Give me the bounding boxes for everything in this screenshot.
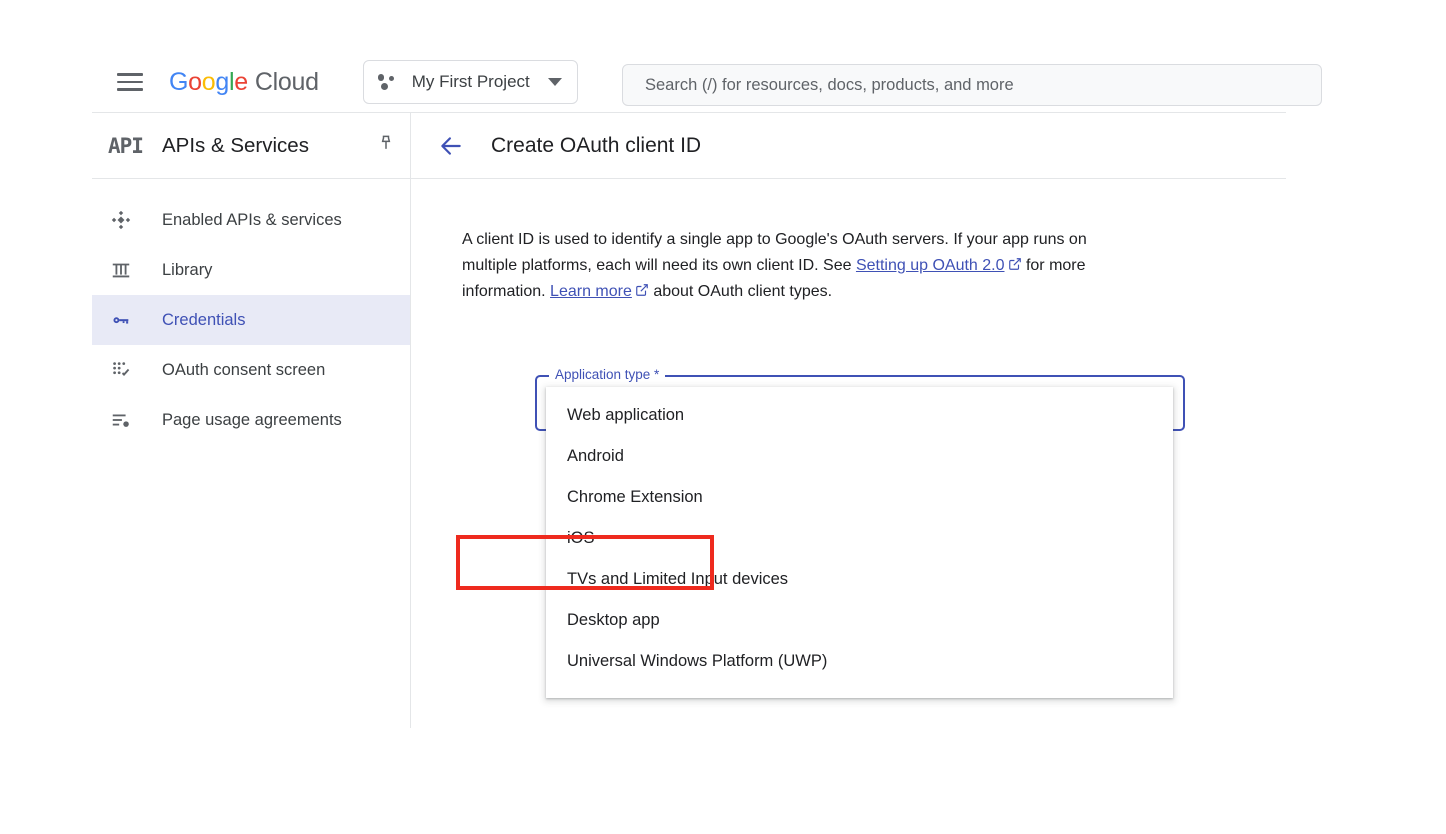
application-type-dropdown-menu: Web application Android Chrome Extension… bbox=[546, 387, 1173, 698]
sidebar-item-label: OAuth consent screen bbox=[162, 360, 326, 379]
learn-more-link[interactable]: Learn more bbox=[550, 283, 632, 300]
consent-screen-icon bbox=[108, 359, 162, 381]
sidebar-item-label: Library bbox=[162, 260, 213, 279]
hamburger-line bbox=[117, 88, 143, 91]
sidebar-header: API APIs & Services bbox=[92, 113, 410, 179]
main-header: Create OAuth client ID bbox=[411, 113, 1286, 179]
sidebar-item-label: Enabled APIs & services bbox=[162, 210, 342, 229]
sidebar-item-library[interactable]: Library bbox=[92, 245, 410, 295]
description-part-3: about OAuth client types. bbox=[648, 283, 833, 300]
agreements-icon bbox=[108, 409, 162, 431]
sidebar-item-label: Credentials bbox=[162, 310, 246, 329]
logo-letter-e: e bbox=[234, 67, 248, 96]
browser-viewport: Google Cloud My First Project Search (/) … bbox=[92, 52, 1322, 734]
project-name-label: My First Project bbox=[411, 72, 530, 91]
pin-icon[interactable] bbox=[376, 133, 396, 158]
hamburger-menu-icon[interactable] bbox=[117, 69, 143, 95]
project-dots-icon bbox=[377, 73, 398, 91]
dropdown-option-universal-windows-platform[interactable]: Universal Windows Platform (UWP) bbox=[546, 641, 1173, 682]
search-input[interactable]: Search (/) for resources, docs, products… bbox=[622, 64, 1322, 106]
library-icon bbox=[108, 259, 162, 281]
logo-letter-o1: o bbox=[188, 67, 202, 96]
logo-letter-o2: o bbox=[201, 67, 216, 96]
chevron-down-icon bbox=[547, 78, 562, 86]
dropdown-option-tvs-and-limited-input-devices[interactable]: TVs and Limited Input devices bbox=[546, 559, 1173, 600]
logo-letter-g2: g bbox=[215, 67, 229, 96]
setting-up-oauth-link[interactable]: Setting up OAuth 2.0 bbox=[856, 257, 1005, 274]
external-link-icon bbox=[1008, 254, 1022, 280]
sidebar-item-label: Page usage agreements bbox=[162, 410, 342, 429]
hamburger-line bbox=[117, 80, 143, 84]
logo-letter-g: G bbox=[169, 67, 189, 96]
external-link-icon bbox=[635, 280, 649, 306]
sidebar-item-oauth-consent-screen[interactable]: OAuth consent screen bbox=[92, 345, 410, 395]
search-placeholder: Search (/) for resources, docs, products… bbox=[645, 75, 1014, 94]
dropdown-option-android[interactable]: Android bbox=[546, 436, 1173, 477]
google-cloud-logo[interactable]: Google Cloud bbox=[169, 67, 319, 96]
main-body: A client ID is used to identify a single… bbox=[411, 179, 1286, 306]
dropdown-option-web-application[interactable]: Web application bbox=[546, 395, 1173, 436]
description-paragraph: A client ID is used to identify a single… bbox=[462, 227, 1112, 306]
sidebar-title: APIs & Services bbox=[162, 133, 309, 157]
sidebar-item-credentials[interactable]: Credentials bbox=[92, 295, 410, 345]
dropdown-option-desktop-app[interactable]: Desktop app bbox=[546, 600, 1173, 641]
dropdown-option-chrome-extension[interactable]: Chrome Extension bbox=[546, 477, 1173, 518]
application-type-label: Application type * bbox=[549, 367, 666, 382]
dropdown-option-ios[interactable]: iOS bbox=[546, 518, 1173, 559]
sidebar-item-page-usage-agreements[interactable]: Page usage agreements bbox=[92, 395, 410, 445]
logo-cloud-text: Cloud bbox=[254, 67, 319, 96]
project-selector-button[interactable]: My First Project bbox=[362, 60, 578, 104]
top-app-bar: Google Cloud My First Project Search (/) … bbox=[92, 52, 1322, 113]
main-content: Create OAuth client ID A client ID is us… bbox=[411, 113, 1286, 734]
sidebar-nav-list: Enabled APIs & services Library Credenti… bbox=[92, 179, 410, 445]
back-arrow-icon[interactable] bbox=[437, 132, 465, 160]
api-product-mark: API bbox=[108, 133, 144, 158]
hamburger-line bbox=[117, 73, 143, 76]
sidebar: API APIs & Services Enabled APIs & servi… bbox=[92, 113, 410, 734]
page-title: Create OAuth client ID bbox=[491, 133, 702, 157]
screenshot-root: Google Cloud My First Project Search (/) … bbox=[0, 0, 1446, 834]
enabled-apis-icon bbox=[108, 209, 162, 231]
key-icon bbox=[108, 309, 162, 331]
sidebar-item-enabled-apis[interactable]: Enabled APIs & services bbox=[92, 195, 410, 245]
